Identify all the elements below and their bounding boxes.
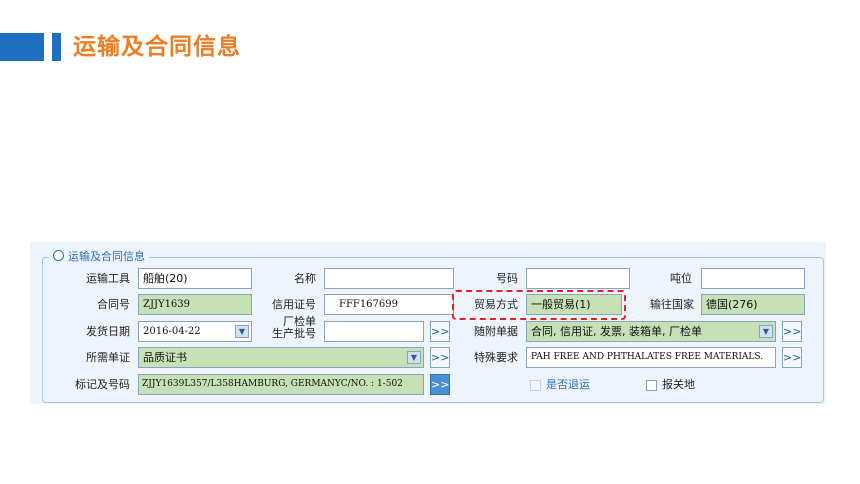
label-transport-tool: 运输工具 (86, 272, 130, 285)
required-cert-field[interactable]: 品质证书 ▼ (138, 347, 424, 368)
ship-date-field[interactable]: 2016-04-22 ▼ (138, 321, 252, 342)
chevron-down-icon[interactable]: ▼ (235, 325, 249, 338)
name-field[interactable] (324, 268, 454, 289)
number-field[interactable] (526, 268, 630, 289)
label-number: 号码 (496, 272, 518, 285)
label-required-cert: 所需单证 (86, 351, 130, 364)
label-attached-docs: 随附单据 (474, 325, 518, 338)
label-marks: 标记及号码 (75, 378, 130, 391)
trade-mode-highlight (452, 290, 626, 320)
transport-tool-field[interactable]: 船舶(20) (138, 268, 252, 289)
required-cert-value: 品质证书 (143, 351, 187, 364)
ship-date-value: 2016-04-22 (143, 326, 201, 337)
header-accent-stripe (52, 33, 61, 61)
label-inspection: 厂检单 生产批号 (258, 316, 316, 340)
attached-docs-value: 合同, 信用证, 发票, 装箱单, 厂检单 (531, 325, 702, 338)
inspection-more-button[interactable]: >> (430, 321, 450, 342)
attached-docs-more-button[interactable]: >> (782, 321, 802, 342)
marks-more-button[interactable]: >> (430, 374, 450, 395)
label-special-req: 特殊要求 (474, 351, 518, 364)
label-tonnage: 吨位 (670, 272, 692, 285)
special-req-more-button[interactable]: >> (782, 347, 802, 368)
form-legend[interactable]: 运输及合同信息 (49, 249, 149, 265)
dest-country-field[interactable]: 德国(276) (701, 294, 805, 315)
chevron-down-icon[interactable]: ▼ (759, 325, 773, 338)
label-is-return: 是否退运 (546, 378, 590, 391)
lc-no-field[interactable]: FFF167699 (324, 294, 454, 315)
required-cert-more-button[interactable]: >> (430, 347, 450, 368)
label-dest-country: 输往国家 (650, 298, 694, 311)
label-ship-date: 发货日期 (86, 325, 130, 338)
header-accent-block (0, 33, 44, 61)
attached-docs-field[interactable]: 合同, 信用证, 发票, 装箱单, 厂检单 ▼ (526, 321, 776, 342)
is-return-checkbox[interactable] (530, 380, 541, 391)
chevron-down-icon[interactable]: ▼ (407, 351, 421, 364)
label-name: 名称 (294, 272, 316, 285)
page-title: 运输及合同信息 (73, 34, 241, 60)
label-lc-no: 信用证号 (272, 298, 316, 311)
customs-place-checkbox[interactable] (646, 380, 657, 391)
legend-radio-icon[interactable] (53, 250, 64, 261)
legend-label: 运输及合同信息 (68, 250, 145, 263)
tonnage-field[interactable] (701, 268, 805, 289)
label-contract-no: 合同号 (97, 298, 130, 311)
label-inspection-line2: 生产批号 (272, 327, 316, 340)
contract-no-field[interactable]: ZJJY1639 (138, 294, 252, 315)
inspection-field[interactable] (324, 321, 424, 342)
label-customs-place: 报关地 (662, 378, 695, 391)
marks-field[interactable]: ZJJY1639L357/L358HAMBURG, GERMANYC/NO. :… (138, 374, 424, 395)
special-req-field[interactable]: PAH FREE AND PHTHALATES FREE MATERIALS. (526, 347, 776, 368)
